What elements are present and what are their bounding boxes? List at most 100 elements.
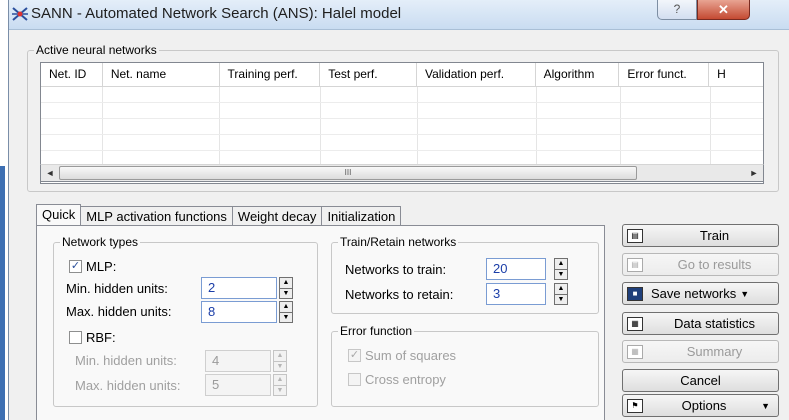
- scroll-thumb[interactable]: III: [59, 166, 637, 180]
- results-icon: ▤: [627, 257, 643, 272]
- mlp-min-hidden-input[interactable]: 2: [201, 277, 277, 299]
- spin-up-icon: ▲: [274, 351, 286, 362]
- networks-to-retain-label: Networks to retain:: [345, 287, 454, 302]
- save-networks-label: Save networks: [651, 286, 737, 301]
- options-icon: ⚑: [627, 398, 643, 413]
- spin-up-icon[interactable]: ▲: [280, 302, 292, 313]
- mlp-checkbox[interactable]: ✓: [69, 260, 82, 273]
- networks-to-retain-input[interactable]: 3: [486, 283, 546, 305]
- column-validation-perf[interactable]: Validation perf.: [417, 63, 536, 86]
- column-h[interactable]: H: [709, 63, 763, 86]
- spin-down-icon: ▼: [276, 387, 284, 394]
- mlp-min-hidden-stepper[interactable]: 2 ▲ ▼: [201, 277, 293, 299]
- column-net-name[interactable]: Net. name: [103, 63, 220, 86]
- networks-to-train-spin[interactable]: ▲ ▼: [554, 258, 568, 280]
- column-error-funct[interactable]: Error funct.: [619, 63, 710, 86]
- chevron-down-icon[interactable]: ▼: [740, 289, 749, 299]
- sum-of-squares-row: ✓ Sum of squares: [348, 348, 456, 363]
- mlp-min-hidden-spin[interactable]: ▲ ▼: [279, 277, 293, 299]
- column-test-perf[interactable]: Test perf.: [320, 63, 417, 86]
- tab-weight-decay[interactable]: Weight decay: [231, 206, 323, 226]
- rbf-max-hidden-spin: ▲ ▼: [273, 374, 287, 396]
- help-icon: ?: [673, 2, 681, 16]
- spin-down-icon[interactable]: ▼: [280, 313, 292, 323]
- options-label: Options: [681, 398, 727, 413]
- rbf-checkbox[interactable]: [69, 331, 82, 344]
- desktop-edge-bar: [0, 166, 5, 420]
- networks-to-train-input[interactable]: 20: [486, 258, 546, 280]
- active-networks-label: Active neural networks: [34, 43, 159, 57]
- train-retain-label: Train/Retain networks: [338, 235, 459, 249]
- train-button[interactable]: ▤ Train: [622, 224, 779, 247]
- networks-to-retain-stepper[interactable]: 3 ▲ ▼: [486, 283, 568, 305]
- mlp-label: MLP:: [86, 259, 117, 274]
- rbf-max-hidden-input: 5: [205, 374, 271, 396]
- spin-up-icon[interactable]: ▲: [555, 284, 567, 295]
- sum-of-squares-label: Sum of squares: [365, 348, 457, 363]
- chevron-down-icon[interactable]: ▼: [761, 401, 770, 411]
- spin-down-icon[interactable]: ▼: [280, 289, 292, 299]
- error-function-label: Error function: [338, 324, 415, 338]
- mlp-max-hidden-label: Max. hidden units:: [66, 304, 172, 319]
- settings-tabs: Quick MLP activation functions Weight de…: [36, 204, 402, 226]
- mlp-checkbox-row[interactable]: ✓ MLP:: [69, 259, 116, 274]
- scroll-left-icon[interactable]: ◄: [41, 165, 59, 181]
- rbf-min-hidden-input: 4: [205, 350, 271, 372]
- close-button[interactable]: ✕: [697, 0, 750, 20]
- spin-up-icon: ▲: [274, 375, 286, 386]
- floppy-disk-icon: ■: [627, 286, 643, 301]
- go-to-results-label: Go to results: [677, 257, 752, 272]
- column-algorithm[interactable]: Algorithm: [536, 63, 620, 86]
- data-statistics-label: Data statistics: [674, 316, 755, 331]
- train-icon: ▤: [627, 228, 643, 243]
- sann-app-icon: [12, 7, 28, 21]
- rbf-min-hidden-label: Min. hidden units:: [75, 353, 177, 368]
- close-icon: ✕: [718, 2, 729, 17]
- tab-quick[interactable]: Quick: [36, 204, 82, 226]
- error-function-group: Error function: [331, 324, 599, 407]
- column-training-perf[interactable]: Training perf.: [220, 63, 321, 86]
- spin-down-icon[interactable]: ▼: [555, 295, 567, 305]
- sum-of-squares-checkbox: ✓: [348, 349, 361, 362]
- mlp-max-hidden-spin[interactable]: ▲ ▼: [279, 301, 293, 323]
- cross-entropy-checkbox: [348, 373, 361, 386]
- options-button[interactable]: ⚑ Options ▼: [622, 394, 779, 417]
- data-statistics-button[interactable]: ▦ Data statistics: [622, 312, 779, 335]
- networks-to-train-stepper[interactable]: 20 ▲ ▼: [486, 258, 568, 280]
- title-bar[interactable]: SANN - Automated Network Search (ANS): H…: [9, 0, 789, 30]
- train-button-label: Train: [699, 228, 730, 243]
- networks-to-retain-spin[interactable]: ▲ ▼: [554, 283, 568, 305]
- scroll-right-icon[interactable]: ►: [745, 165, 763, 181]
- tab-mlp-activation-functions[interactable]: MLP activation functions: [80, 206, 233, 226]
- grid-horizontal-scrollbar[interactable]: ◄ III ►: [40, 164, 764, 182]
- rbf-min-hidden-stepper: 4 ▲ ▼: [205, 350, 287, 372]
- cancel-button[interactable]: Cancel: [622, 369, 779, 392]
- summary-label: Summary: [686, 344, 743, 359]
- mlp-max-hidden-stepper[interactable]: 8 ▲ ▼: [201, 301, 293, 323]
- network-types-label: Network types: [60, 235, 141, 249]
- go-to-results-button: ▤ Go to results: [622, 253, 779, 276]
- tab-initialization[interactable]: Initialization: [321, 206, 402, 226]
- grid-empty-row: [41, 87, 763, 103]
- statistics-grid-icon: ▦: [627, 316, 643, 331]
- grid-empty-row: [41, 103, 763, 119]
- mlp-min-hidden-label: Min. hidden units:: [66, 281, 168, 296]
- spin-up-icon[interactable]: ▲: [555, 259, 567, 270]
- cancel-label: Cancel: [680, 373, 721, 388]
- rbf-max-hidden-label: Max. hidden units:: [75, 378, 181, 393]
- save-networks-button[interactable]: ■ Save networks ▼: [622, 282, 779, 305]
- rbf-max-hidden-stepper: 5 ▲ ▼: [205, 374, 287, 396]
- cross-entropy-row: Cross entropy: [348, 372, 446, 387]
- help-button[interactable]: ?: [657, 0, 697, 20]
- column-net-id[interactable]: Net. ID: [41, 63, 103, 86]
- grid-empty-row: [41, 119, 763, 135]
- summary-button: ▦ Summary: [622, 340, 779, 363]
- grid-empty-row: [41, 135, 763, 151]
- rbf-label: RBF:: [86, 330, 116, 345]
- spin-down-icon: ▼: [276, 363, 284, 370]
- mlp-max-hidden-input[interactable]: 8: [201, 301, 277, 323]
- cross-entropy-label: Cross entropy: [365, 372, 446, 387]
- rbf-checkbox-row[interactable]: RBF:: [69, 330, 116, 345]
- spin-up-icon[interactable]: ▲: [280, 278, 292, 289]
- spin-down-icon[interactable]: ▼: [555, 270, 567, 280]
